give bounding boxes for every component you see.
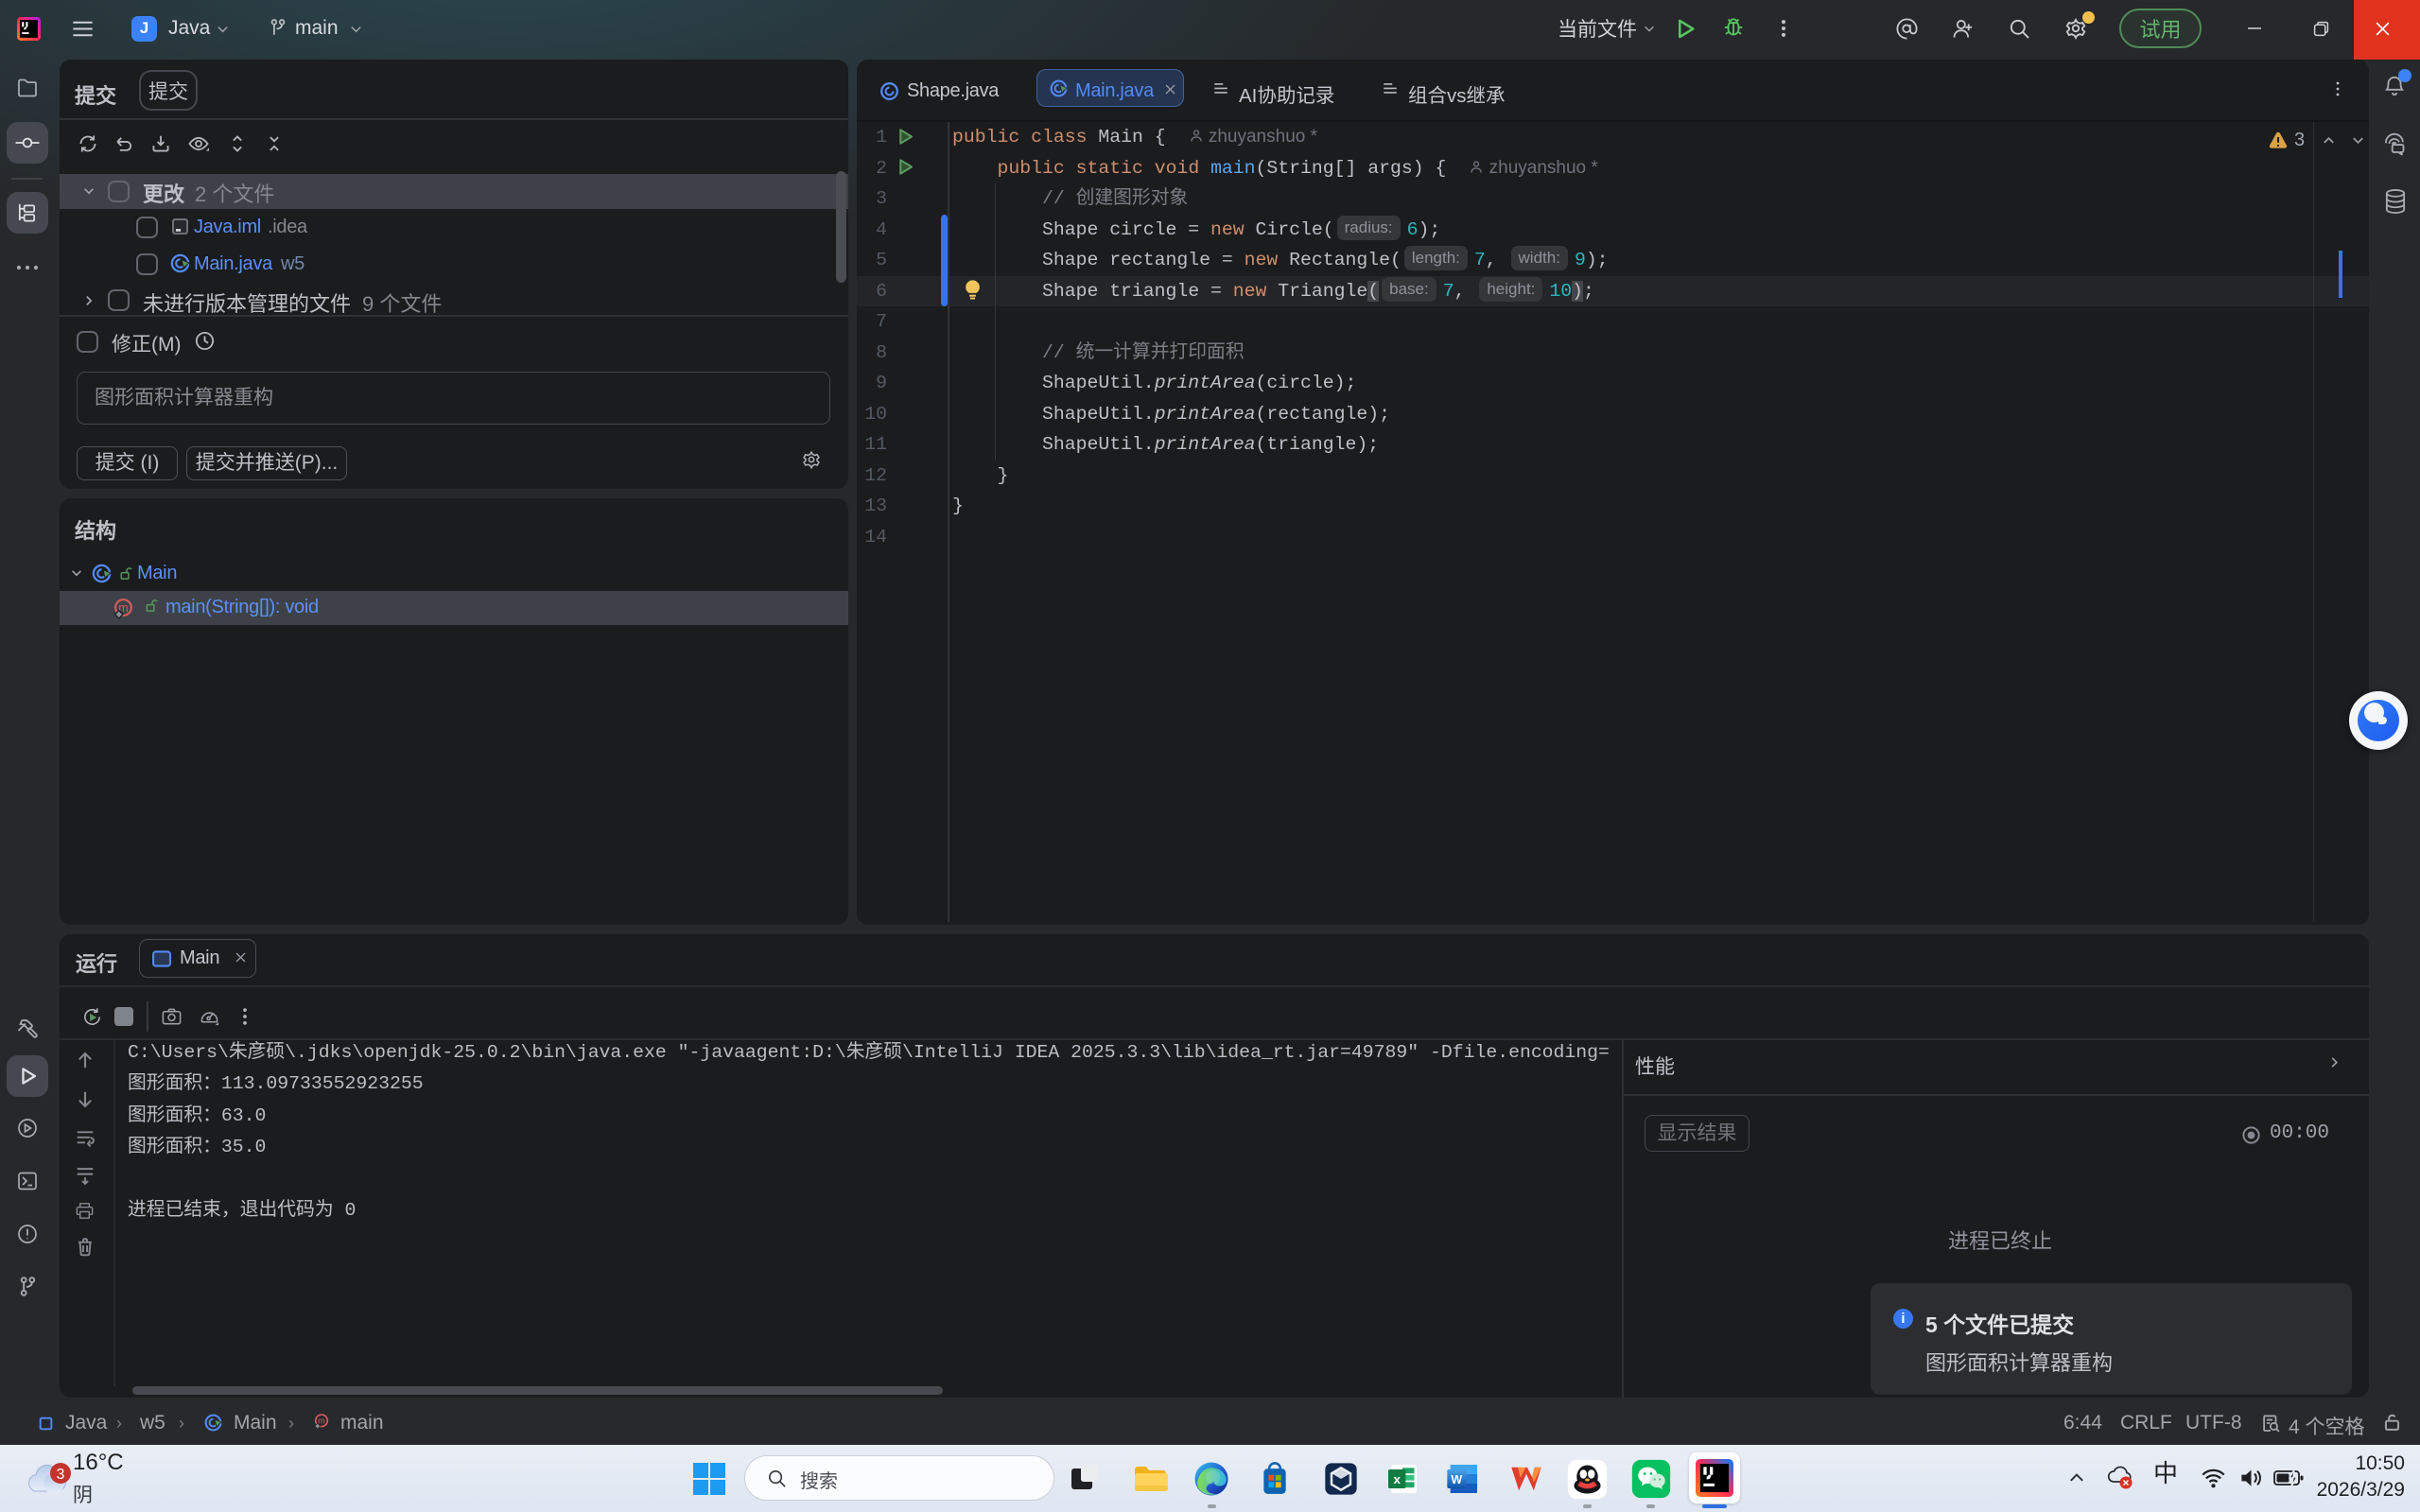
svg-text:m: m (318, 1416, 325, 1426)
svg-text:3: 3 (57, 1467, 65, 1483)
svg-text:x: x (1393, 1472, 1401, 1486)
svg-text:W: W (1451, 1473, 1462, 1486)
